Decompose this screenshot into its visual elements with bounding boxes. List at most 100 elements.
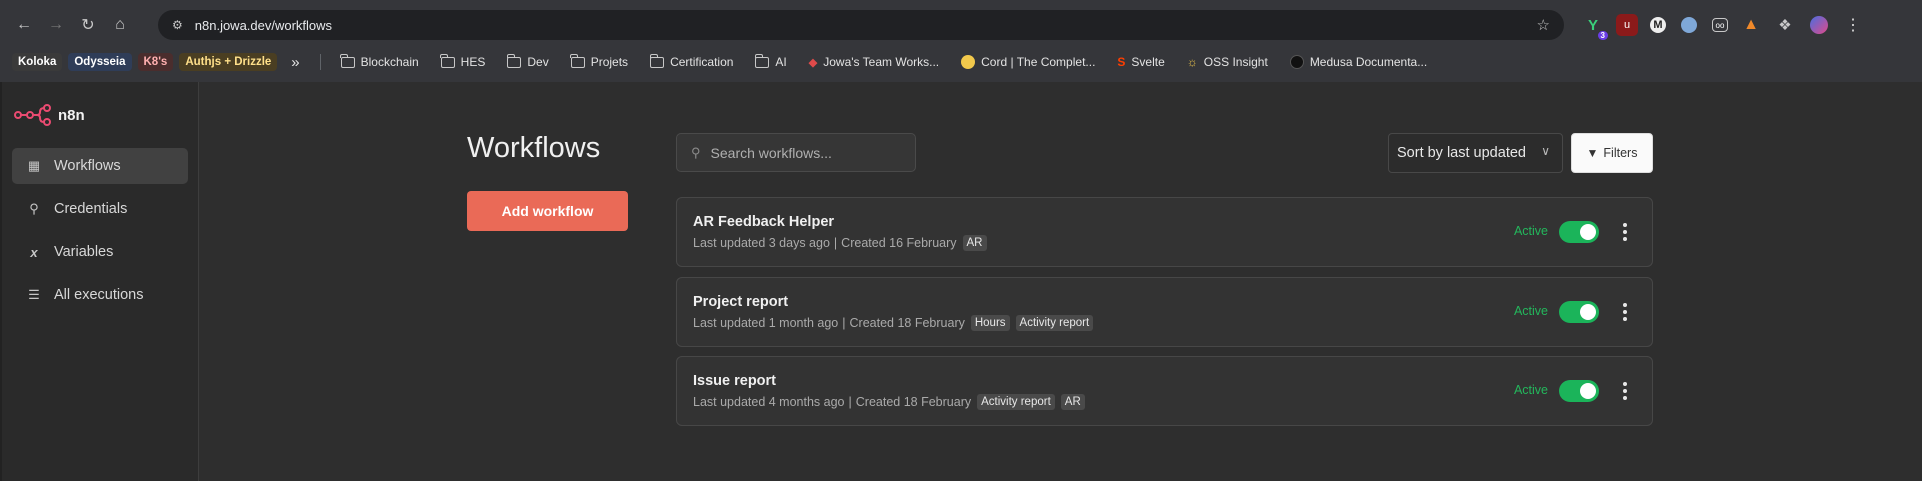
bookmark-folder-certification[interactable]: Certification (642, 53, 741, 69)
sidebar-item-label: Variables (54, 244, 114, 260)
folder-icon (506, 53, 522, 68)
workflow-card[interactable]: AR Feedback Helper Last updated 3 days a… (676, 197, 1653, 267)
bookmark-svelte[interactable]: S Svelte (1109, 55, 1172, 69)
extension-m-icon[interactable]: M (1650, 17, 1666, 33)
created-date: Created 18 February (849, 316, 965, 330)
bookmark-folder-hes[interactable]: HES (433, 53, 494, 69)
active-toggle[interactable] (1559, 380, 1599, 402)
workflow-tag[interactable]: Activity report (1015, 315, 1094, 331)
workflow-meta: Last updated 3 days ago | Created 16 Feb… (693, 235, 987, 251)
bookmark-chip-k8s[interactable]: K8's (137, 53, 174, 71)
extension-icons: Y3 u M oo ▲ ❖ ⋮ (1582, 10, 1864, 40)
bookmark-folder-blockchain[interactable]: Blockchain (333, 53, 427, 69)
site-info-icon[interactable]: ⚙ (172, 18, 183, 32)
more-options-icon[interactable] (1620, 300, 1630, 324)
ublock-icon[interactable]: u (1616, 14, 1638, 36)
workflow-tag[interactable]: AR (962, 235, 987, 251)
search-box[interactable]: ⚲ (676, 133, 916, 172)
extension-glasses-icon[interactable]: oo (1712, 18, 1728, 32)
workflow-name[interactable]: Project report (693, 294, 788, 310)
search-input[interactable] (710, 144, 901, 161)
workflow-tag[interactable]: Hours (970, 315, 1010, 331)
sidebar-item-label: Workflows (54, 158, 121, 174)
workflow-icon: ▦ (27, 158, 41, 173)
folder-icon (440, 53, 455, 68)
bookmark-star-icon[interactable]: ☆ (1537, 16, 1550, 34)
workflow-meta: Last updated 1 month ago | Created 18 Fe… (693, 315, 1094, 331)
extension-badge: 3 (1597, 31, 1608, 40)
last-updated: Last updated 4 months ago (693, 395, 845, 409)
bookmark-chip-authjs[interactable]: Authjs + Drizzle (179, 53, 278, 71)
folder-icon (754, 53, 770, 68)
forward-button[interactable]: → (42, 11, 70, 39)
extension-circle-icon[interactable] (1678, 14, 1700, 36)
meta-separator: | (833, 236, 838, 250)
more-options-icon[interactable] (1620, 379, 1630, 403)
n8n-logo-icon (14, 104, 51, 126)
created-date: Created 18 February (855, 395, 972, 409)
more-options-icon[interactable] (1620, 220, 1630, 244)
bookmark-medusa[interactable]: Medusa Documenta... (1282, 55, 1435, 69)
chevron-down-icon: ∨ (1541, 144, 1550, 158)
extension-v-icon[interactable]: Y3 (1582, 14, 1608, 40)
meta-separator: | (842, 316, 846, 330)
workflow-name[interactable]: Issue report (693, 373, 776, 389)
bookmark-folder-projets[interactable]: Projets (563, 53, 636, 69)
bookmark-cord[interactable]: Cord | The Complet... (953, 55, 1103, 69)
bookmark-jowa-team[interactable]: ◆ Jowa's Team Works... (801, 55, 947, 69)
toggle-knob (1580, 304, 1596, 320)
workflow-name[interactable]: AR Feedback Helper (693, 214, 834, 230)
toggle-knob (1580, 383, 1596, 399)
extensions-puzzle-icon[interactable]: ❖ (1774, 14, 1796, 36)
browser-chrome: ← → ↻ ⌂ ⚙ n8n.jowa.dev/workflows ☆ Y3 u … (0, 0, 1922, 82)
filter-icon: ▼ (1586, 146, 1599, 160)
active-toggle[interactable] (1559, 301, 1599, 323)
folder-icon (570, 53, 585, 68)
sort-select[interactable]: Sort by last updated ∨ (1388, 133, 1563, 173)
last-updated: Last updated 1 month ago (693, 316, 839, 330)
home-button[interactable]: ⌂ (106, 11, 134, 39)
reload-button[interactable]: ↻ (74, 11, 102, 39)
status-label: Active (1513, 224, 1548, 238)
filters-label: Filters (1603, 146, 1638, 160)
list-check-icon: ☰ (28, 287, 40, 302)
bookmark-oss-insight[interactable]: ☼ OSS Insight (1179, 55, 1276, 69)
last-updated: Last updated 3 days ago (693, 236, 830, 250)
back-button[interactable]: ← (10, 11, 38, 39)
sidebar-item-all-executions[interactable]: ☰ All executions (12, 277, 188, 313)
status-label: Active (1513, 383, 1548, 397)
folder-icon (649, 53, 665, 68)
search-icon: ⚲ (691, 144, 701, 160)
browser-menu-icon[interactable]: ⋮ (1842, 14, 1864, 36)
workflow-card[interactable]: Project report Last updated 1 month ago … (676, 277, 1653, 347)
sidebar-item-label: Credentials (54, 201, 128, 217)
sidebar-item-workflows[interactable]: ▦ Workflows (12, 148, 188, 184)
n8n-logo[interactable]: n8n (14, 104, 85, 126)
profile-avatar[interactable] (1808, 14, 1830, 36)
metamask-icon[interactable]: ▲ (1740, 14, 1762, 36)
jowa-logo-icon: ◆ (808, 56, 818, 69)
bookmark-folder-dev[interactable]: Dev (499, 53, 556, 69)
sidebar-item-label: All executions (54, 287, 144, 303)
bookmark-chip-koloka[interactable]: Koloka (12, 53, 63, 71)
created-date: Created 16 February (841, 236, 957, 250)
workflow-meta: Last updated 4 months ago | Created 18 F… (693, 394, 1085, 410)
sidebar-item-credentials[interactable]: ⚲ Credentials (12, 191, 188, 227)
add-workflow-button[interactable]: Add workflow (467, 191, 628, 231)
url-text[interactable]: n8n.jowa.dev/workflows (195, 18, 332, 33)
bookmark-chip-odysseia[interactable]: Odysseia (68, 53, 132, 71)
key-icon: ⚲ (29, 201, 39, 216)
active-toggle[interactable] (1559, 221, 1599, 243)
meta-separator: | (848, 395, 852, 409)
address-bar[interactable]: ⚙ n8n.jowa.dev/workflows ☆ (158, 10, 1564, 40)
sort-label: Sort by last updated (1397, 145, 1526, 161)
workflow-card[interactable]: Issue report Last updated 4 months ago |… (676, 356, 1653, 426)
sidebar-item-variables[interactable]: x Variables (12, 234, 188, 270)
folder-icon (340, 53, 355, 68)
bookmark-separator (319, 54, 321, 70)
workflow-tag[interactable]: AR (1060, 394, 1085, 410)
workflow-tag[interactable]: Activity report (977, 394, 1055, 410)
bookmark-overflow-button[interactable]: » (283, 54, 307, 71)
filters-button[interactable]: ▼ Filters (1571, 133, 1653, 173)
bookmark-folder-ai[interactable]: AI (747, 53, 794, 69)
